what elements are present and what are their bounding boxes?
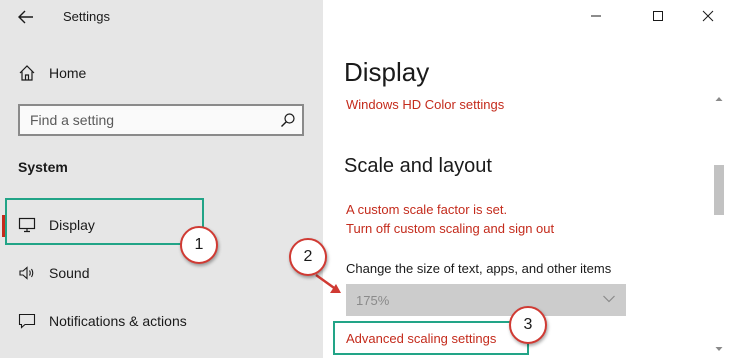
minimize-button[interactable] [573,0,619,32]
page-title: Display [344,57,430,87]
scrollbar[interactable] [713,95,725,358]
scroll-thumb[interactable] [714,165,724,215]
section-title: System [18,159,68,175]
sidebar-item-home[interactable]: Home [0,53,323,93]
close-icon [702,10,714,22]
scale-dropdown[interactable]: 175% [346,284,626,316]
message-icon [17,311,37,331]
advanced-scaling-settings-link[interactable]: Advanced scaling settings [346,331,496,346]
active-indicator [2,215,6,237]
minimize-icon [591,15,601,17]
scroll-down-arrow-icon[interactable] [715,345,723,353]
back-button[interactable] [14,6,38,28]
main-pane: Display Windows HD Color settings Scale … [323,0,731,358]
monitor-icon [17,215,37,235]
sidebar-item-sound[interactable]: Sound [0,253,323,293]
home-icon [17,63,37,83]
scroll-up-arrow-icon[interactable] [715,95,723,103]
sidebar: Settings Home System Display [0,0,323,358]
maximize-button[interactable] [635,0,681,32]
hd-color-settings-link[interactable]: Windows HD Color settings [346,97,504,112]
speaker-icon [17,263,37,283]
sidebar-item-label: Home [49,65,87,81]
step-badge-1: 1 [180,226,218,264]
search-icon[interactable] [280,112,296,128]
scale-label: Change the size of text, apps, and other… [346,261,612,276]
sidebar-item-notifications[interactable]: Notifications & actions [0,301,323,341]
chevron-down-icon [603,295,615,303]
sidebar-item-label: Notifications & actions [49,313,187,329]
arrow-left-icon [18,10,33,24]
sidebar-item-display[interactable]: Display [0,205,323,245]
close-button[interactable] [685,0,731,32]
turn-off-custom-scaling-link[interactable]: Turn off custom scaling and sign out [346,221,554,236]
scale-layout-heading: Scale and layout [344,155,492,177]
search-input[interactable] [20,112,270,128]
sidebar-item-label: Sound [49,265,90,281]
scale-dropdown-value: 175% [356,292,390,308]
search-box[interactable] [18,104,304,136]
maximize-icon [653,11,663,21]
custom-scale-warning: A custom scale factor is set. [346,202,508,217]
step-badge-2: 2 [289,238,327,276]
step-badge-3: 3 [509,306,547,344]
sidebar-item-label: Display [49,217,95,233]
app-title: Settings [63,9,110,24]
